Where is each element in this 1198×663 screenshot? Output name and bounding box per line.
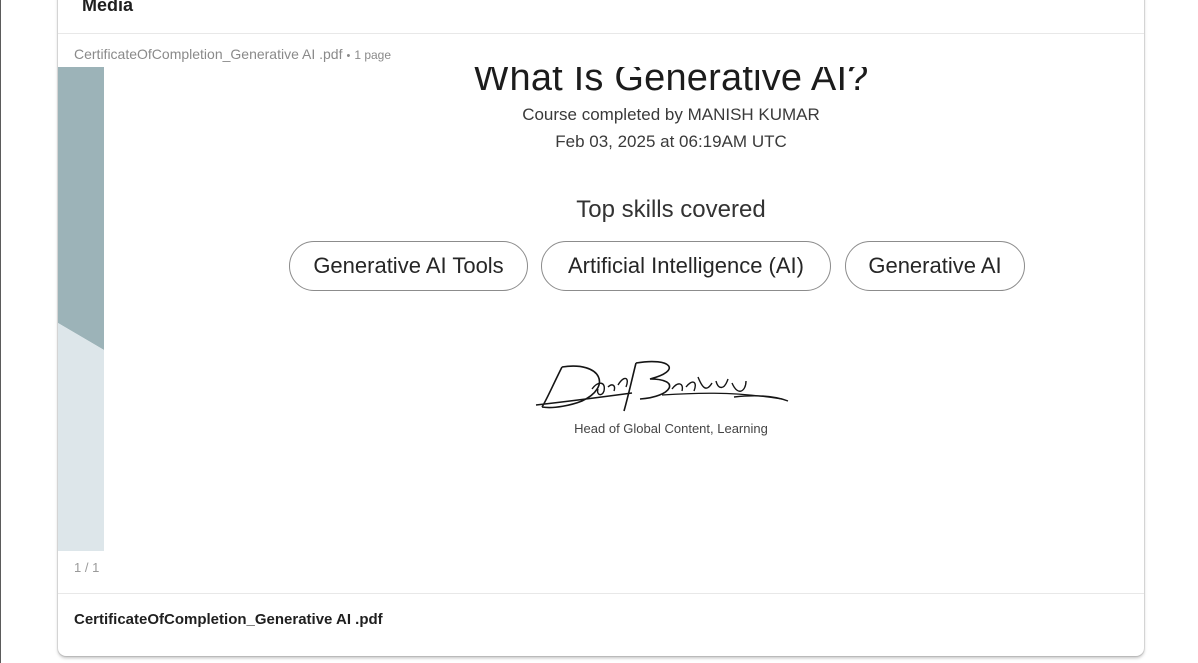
section-title: Media (82, 0, 134, 15)
signature-caption: Head of Global Content, Learning (574, 421, 768, 436)
certificate-page: What Is Generative AI? Course completed … (58, 67, 1144, 551)
skills-heading: Top skills covered (576, 196, 766, 223)
title-divider (58, 33, 1144, 34)
attachment-file-name[interactable]: CertificateOfCompletion_Generative AI .p… (74, 611, 383, 628)
skill-pill: Generative AI Tools (289, 241, 528, 291)
skill-pill: Generative AI (845, 241, 1025, 291)
completed-by: Course completed by MANISH KUMAR (522, 105, 820, 124)
bottom-divider (58, 593, 1144, 594)
document-file-name[interactable]: CertificateOfCompletion_Generative AI .p… (74, 46, 342, 62)
skill-pill: Artificial Intelligence (AI) (541, 241, 831, 291)
page-count: 1 page (354, 48, 392, 62)
signature-image (535, 360, 789, 412)
media-card: Media CertificateOfCompletion_Generative… (58, 0, 1144, 656)
document-meta: CertificateOfCompletion_Generative AI .p… (74, 46, 391, 62)
completion-date: Feb 03, 2025 at 06:19AM UTC (555, 132, 787, 151)
page-navigation-bar: 1 / 1 (58, 551, 1144, 589)
document-viewer[interactable]: What Is Generative AI? Course completed … (58, 67, 1144, 551)
page-indicator: 1 / 1 (74, 560, 100, 575)
left-border (0, 0, 1, 663)
certificate-title: What Is Generative AI? (473, 67, 869, 99)
meta-separator: • (346, 50, 351, 62)
